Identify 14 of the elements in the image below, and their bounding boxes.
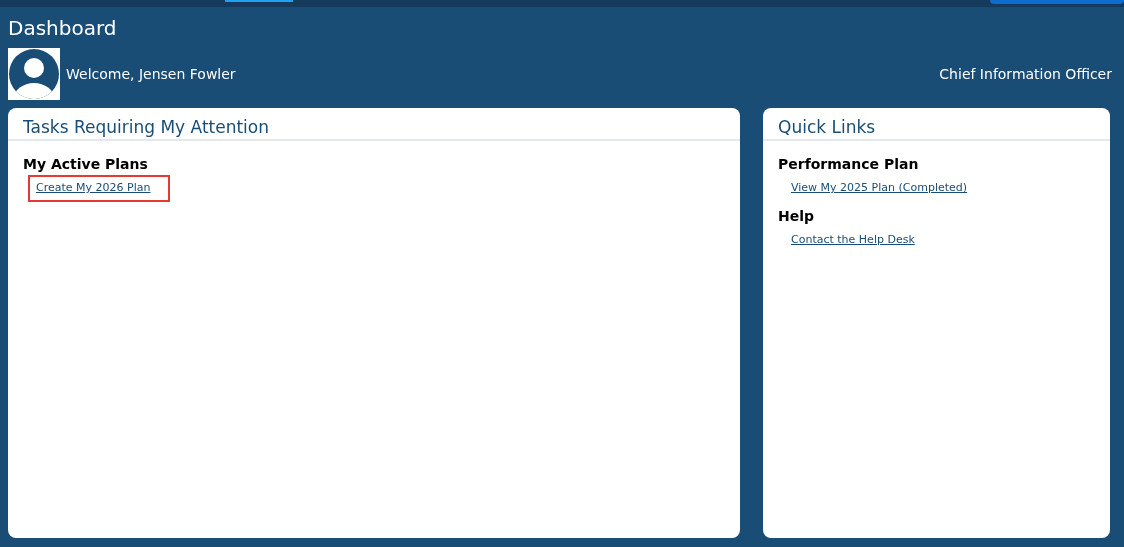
page-title: Dashboard bbox=[8, 16, 118, 40]
section-heading: Help bbox=[778, 206, 816, 225]
section-heading: My Active Plans bbox=[23, 155, 149, 173]
tab-indicator[interactable] bbox=[225, 0, 293, 2]
section-heading: Performance Plan bbox=[778, 155, 920, 173]
welcome-text: Welcome, Jensen Fowler bbox=[66, 64, 236, 84]
panel-title: Quick Links bbox=[763, 108, 1110, 141]
avatar-icon bbox=[8, 48, 60, 100]
link[interactable]: Create My 2026 Plan bbox=[28, 175, 171, 202]
link[interactable]: Contact the Help Desk bbox=[783, 226, 935, 253]
link[interactable]: View My 2025 Plan (Completed) bbox=[783, 175, 988, 202]
header-button[interactable] bbox=[990, 0, 1124, 4]
panel-title: Tasks Requiring My Attention bbox=[8, 108, 740, 141]
user-role: Chief Information Officer bbox=[939, 64, 1112, 84]
